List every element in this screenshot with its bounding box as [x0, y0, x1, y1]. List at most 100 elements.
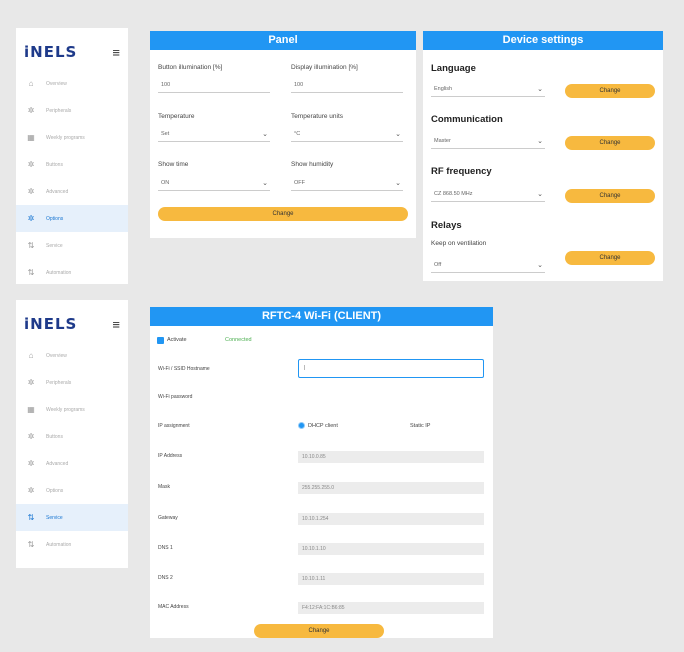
- language-change-button[interactable]: Change: [565, 84, 655, 98]
- activate-checkbox[interactable]: [157, 337, 164, 344]
- ip-address-field: 10.10.0.85: [298, 451, 484, 463]
- password-label: Wi-Fi password: [158, 394, 193, 400]
- button-illumination-input[interactable]: 100: [158, 79, 270, 93]
- communication-heading: Communication: [431, 114, 503, 125]
- sidebar-item-label: Service: [46, 242, 63, 249]
- chevron-down-icon: ⌄: [537, 191, 543, 198]
- sidebar-item-label: Overview: [46, 352, 67, 359]
- connection-status: Connected: [225, 337, 252, 343]
- sidebar-item-label: Advanced: [46, 188, 69, 195]
- sidebar-item-automation[interactable]: ⇅ Automation: [16, 259, 128, 286]
- dhcp-label: DHCP client: [308, 423, 338, 429]
- sidebar-item-advanced[interactable]: ✲ Advanced: [16, 178, 128, 205]
- panel-title: Panel: [150, 31, 416, 50]
- sidebar-item-overview[interactable]: ⌂ Overview: [16, 342, 128, 369]
- static-ip-label: Static IP: [410, 423, 431, 429]
- panel-card: Panel Button illumination [%] 100 Displa…: [150, 31, 416, 238]
- menu-icon[interactable]: ≡: [112, 317, 120, 332]
- temperature-select[interactable]: Set ⌄: [158, 128, 270, 142]
- show-humidity-label: Show humidity: [291, 161, 334, 168]
- sidebar-nav: ⌂ Overview ✲ Peripherals ▦ Weekly programs ✲ Bu…: [16, 70, 128, 286]
- rf-frequency-change-button[interactable]: Change: [565, 189, 655, 203]
- communication-select[interactable]: Master ⌄: [431, 135, 545, 149]
- relays-change-button[interactable]: Change: [565, 251, 655, 265]
- ssid-label: Wi-Fi / SSID Hostname: [158, 366, 210, 372]
- button-illumination-label: Button illumination [%]: [158, 64, 223, 71]
- chevron-down-icon: ⌄: [537, 138, 543, 145]
- service-icon: ⇅: [27, 540, 35, 549]
- gear-icon: ✲: [27, 160, 35, 169]
- device-settings-card: Device settings Language English ⌄ Chang…: [423, 31, 663, 281]
- keep-on-ventilation-select[interactable]: Off ⌄: [431, 259, 545, 273]
- gear-icon: ✲: [27, 459, 35, 468]
- sidebar-header: iNELS ≡: [16, 306, 128, 342]
- sidebar-item-options[interactable]: ✲ Options: [16, 477, 128, 504]
- sidebar-item-weekly-programs[interactable]: ▦ Weekly programs: [16, 124, 128, 151]
- language-select[interactable]: English ⌄: [431, 83, 545, 97]
- sidebar-item-overview[interactable]: ⌂ Overview: [16, 70, 128, 97]
- sidebar-item-label: Advanced: [46, 460, 69, 467]
- dns2-field: 10.10.1.11: [298, 573, 484, 585]
- sidebar-item-advanced[interactable]: ✲ Advanced: [16, 450, 128, 477]
- sidebar-item-buttons[interactable]: ✲ Buttons: [16, 423, 128, 450]
- panel-change-button[interactable]: Change: [158, 207, 408, 221]
- rf-frequency-value: CZ 868.50 MHz: [434, 191, 473, 197]
- temperature-value: Set: [161, 131, 170, 137]
- sidebar-bottom: iNELS ≡ ⌂ Overview ✲ Peripherals ▦ Weekly pro…: [16, 300, 128, 568]
- temperature-units-label: Temperature units: [291, 113, 344, 120]
- gear-icon: ✲: [27, 378, 35, 387]
- sidebar-item-peripherals[interactable]: ✲ Peripherals: [16, 369, 128, 396]
- mac-address-field: F4:12:FA:1C:B6:85: [298, 602, 484, 614]
- sidebar-item-buttons[interactable]: ✲ Buttons: [16, 151, 128, 178]
- chevron-down-icon: ⌄: [262, 131, 268, 138]
- sidebar-item-options[interactable]: ✲ Options: [16, 205, 128, 232]
- mac-address-label: MAC Address: [158, 604, 189, 610]
- gateway-field: 10.10.1.254: [298, 513, 484, 525]
- menu-icon[interactable]: ≡: [112, 45, 120, 60]
- show-humidity-value: OFF: [294, 180, 305, 186]
- service-icon: ⇅: [27, 513, 35, 522]
- chevron-down-icon: ⌄: [537, 262, 543, 269]
- wifi-client-card: RFTC-4 Wi-Fi (CLIENT) Activate Connected…: [150, 307, 493, 638]
- gear-icon: ✲: [27, 432, 35, 441]
- ssid-input[interactable]: |: [298, 359, 484, 378]
- communication-change-button[interactable]: Change: [565, 136, 655, 150]
- language-heading: Language: [431, 63, 476, 74]
- sidebar-item-service[interactable]: ⇅ Service: [16, 232, 128, 259]
- temperature-units-select[interactable]: °C ⌄: [291, 128, 403, 142]
- gear-icon: ✲: [27, 106, 35, 115]
- communication-value: Master: [434, 138, 451, 144]
- inels-logo: iNELS: [24, 43, 78, 61]
- sidebar-item-label: Options: [46, 215, 64, 222]
- display-illumination-input[interactable]: 100: [291, 79, 403, 93]
- sidebar-item-service[interactable]: ⇅ Service: [16, 504, 128, 531]
- gateway-label: Gateway: [158, 515, 178, 521]
- sidebar-header: iNELS ≡: [16, 34, 128, 70]
- sidebar-item-label: Peripherals: [46, 107, 72, 114]
- rf-frequency-heading: RF frequency: [431, 166, 492, 177]
- sidebar-item-peripherals[interactable]: ✲ Peripherals: [16, 97, 128, 124]
- sidebar-item-label: Buttons: [46, 161, 63, 168]
- temperature-label: Temperature: [158, 113, 195, 120]
- inels-logo: iNELS: [24, 315, 78, 333]
- dns1-field: 10.10.1.10: [298, 543, 484, 555]
- wifi-change-button[interactable]: Change: [254, 624, 384, 638]
- sidebar-item-label: Options: [46, 487, 64, 494]
- dhcp-radio[interactable]: [298, 422, 305, 429]
- calendar-icon: ▦: [27, 405, 35, 414]
- display-illumination-label: Display illumination [%]: [291, 64, 358, 71]
- show-humidity-select[interactable]: OFF ⌄: [291, 177, 403, 191]
- gear-icon: ✲: [27, 486, 35, 495]
- rf-frequency-select[interactable]: CZ 868.50 MHz ⌄: [431, 188, 545, 202]
- sidebar-item-label: Automation: [46, 541, 72, 548]
- display-illumination-value: 100: [294, 82, 304, 88]
- show-time-select[interactable]: ON ⌄: [158, 177, 270, 191]
- button-illumination-value: 100: [161, 82, 171, 88]
- language-value: English: [434, 86, 453, 92]
- sidebar-item-label: Automation: [46, 269, 72, 276]
- sidebar-item-weekly-programs[interactable]: ▦ Weekly programs: [16, 396, 128, 423]
- sidebar-item-automation[interactable]: ⇅ Automation: [16, 531, 128, 558]
- home-icon: ⌂: [28, 351, 34, 360]
- chevron-down-icon: ⌄: [262, 180, 268, 187]
- wifi-title: RFTC-4 Wi-Fi (CLIENT): [150, 307, 493, 326]
